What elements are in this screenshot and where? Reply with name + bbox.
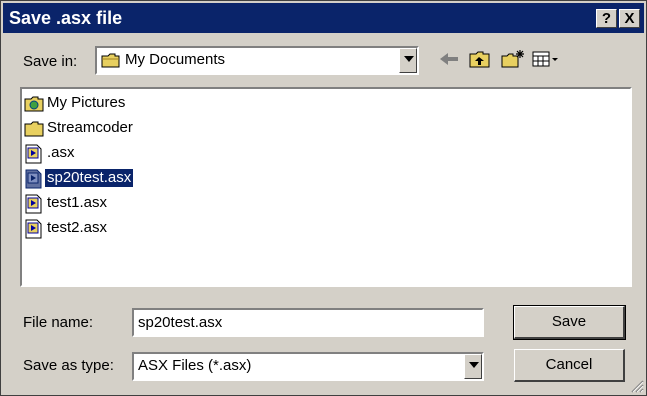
save-in-label: Save in: xyxy=(23,53,78,70)
window-title: Save .asx file xyxy=(9,8,123,28)
save-as-type-label: Save as type: xyxy=(23,357,114,374)
resize-grip-icon[interactable] xyxy=(630,379,644,393)
save-as-type-combo[interactable]: ASX Files (*.asx) xyxy=(132,352,484,381)
views-menu-icon[interactable] xyxy=(532,49,560,69)
save-as-type-dropdown-button[interactable] xyxy=(464,354,482,379)
up-one-level-icon[interactable] xyxy=(469,49,491,69)
back-arrow-icon[interactable] xyxy=(438,49,460,69)
folder-icon xyxy=(24,121,44,137)
file-list[interactable]: My Pictures Streamcoder .asx sp20test.as… xyxy=(20,87,632,287)
file-name-value: sp20test.asx xyxy=(138,314,223,331)
asx-file-icon xyxy=(25,144,42,164)
file-name-label: File name: xyxy=(23,314,94,331)
help-button[interactable]: ? xyxy=(596,9,617,28)
save-dialog: Save .asx file ? X Save in: My Documents xyxy=(0,0,647,396)
asx-file-icon xyxy=(25,169,42,189)
file-name: My Pictures xyxy=(47,94,126,111)
file-name: Streamcoder xyxy=(47,119,133,136)
new-folder-icon[interactable] xyxy=(501,49,525,69)
save-as-type-value: ASX Files (*.asx) xyxy=(138,357,252,374)
title-bar[interactable]: Save .asx file ? X xyxy=(3,3,644,33)
pictures-folder-icon xyxy=(24,96,44,112)
file-name-input[interactable]: sp20test.asx xyxy=(132,308,484,337)
save-in-dropdown-button[interactable] xyxy=(399,48,417,73)
file-name: sp20test.asx xyxy=(45,169,134,187)
save-in-value: My Documents xyxy=(125,51,226,68)
chevron-down-icon xyxy=(404,56,414,62)
folder-icon xyxy=(101,53,120,68)
cancel-button[interactable]: Cancel xyxy=(514,349,625,382)
save-button[interactable]: Save xyxy=(513,305,626,340)
file-name: test2.asx xyxy=(47,219,108,236)
close-button[interactable]: X xyxy=(619,9,640,28)
asx-file-icon xyxy=(25,194,42,214)
asx-file-icon xyxy=(25,219,42,239)
save-in-combo[interactable]: My Documents xyxy=(95,46,419,75)
file-name: test1.asx xyxy=(47,194,108,211)
file-name: .asx xyxy=(47,144,75,161)
chevron-down-icon xyxy=(469,362,479,368)
